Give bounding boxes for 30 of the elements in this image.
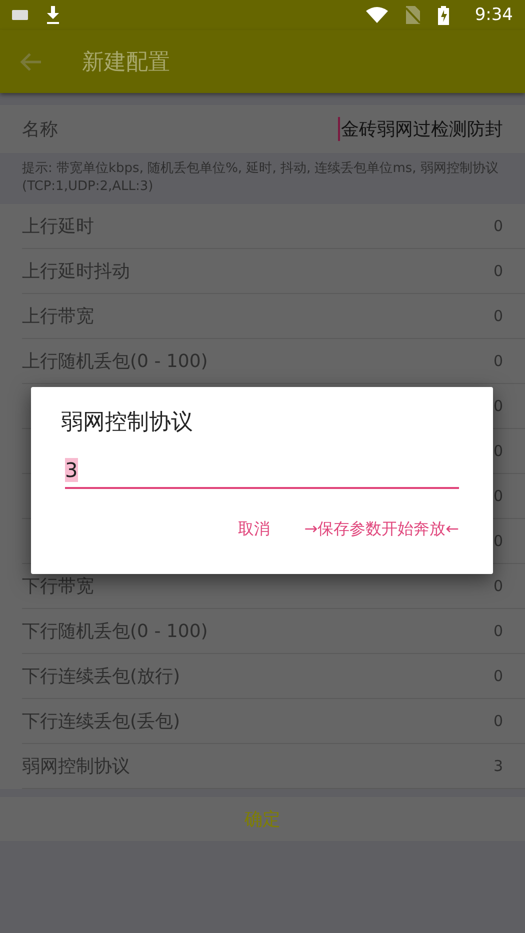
back-arrow-icon[interactable] <box>20 52 42 70</box>
clock: 9:34 <box>474 5 513 25</box>
setting-label: 下行连续丢包(放行) <box>22 665 180 688</box>
setting-label: 上行随机丢包(0 - 100) <box>22 350 208 373</box>
setting-label: 下行随机丢包(0 - 100) <box>22 620 208 643</box>
battery-charging-icon <box>438 6 449 24</box>
wifi-icon <box>366 7 388 23</box>
input-field[interactable]: 3 <box>65 453 459 489</box>
setting-label: 上行延时 <box>22 215 94 238</box>
setting-value[interactable]: 0 <box>493 217 503 235</box>
setting-label: 下行连续丢包(丢包) <box>22 710 180 733</box>
confirm-button[interactable]: 确定 <box>0 797 525 841</box>
name-field[interactable]: 名称 金砖弱网过检测防封 <box>0 105 525 153</box>
setting-value[interactable]: 0 <box>493 712 503 730</box>
keyboard-icon <box>12 10 28 20</box>
setting-value[interactable]: 0 <box>493 352 503 370</box>
cancel-button[interactable]: 取消 <box>238 515 270 544</box>
dialog-title: 弱网控制协议 <box>61 409 194 437</box>
setting-value[interactable]: 3 <box>493 757 503 775</box>
setting-value[interactable]: 0 <box>493 667 503 685</box>
save-button[interactable]: →保存参数开始奔放← <box>304 515 459 544</box>
setting-label: 上行延时抖动 <box>22 260 130 283</box>
setting-value[interactable]: 0 <box>493 262 503 280</box>
setting-value[interactable]: 0 <box>493 307 503 325</box>
download-icon <box>46 6 60 24</box>
setting-label: 弱网控制协议 <box>22 755 130 778</box>
setting-label: 上行带宽 <box>22 305 94 328</box>
setting-value[interactable]: 0 <box>493 622 503 640</box>
screen-title: 新建配置 <box>82 48 170 76</box>
no-sim-icon <box>406 6 420 24</box>
